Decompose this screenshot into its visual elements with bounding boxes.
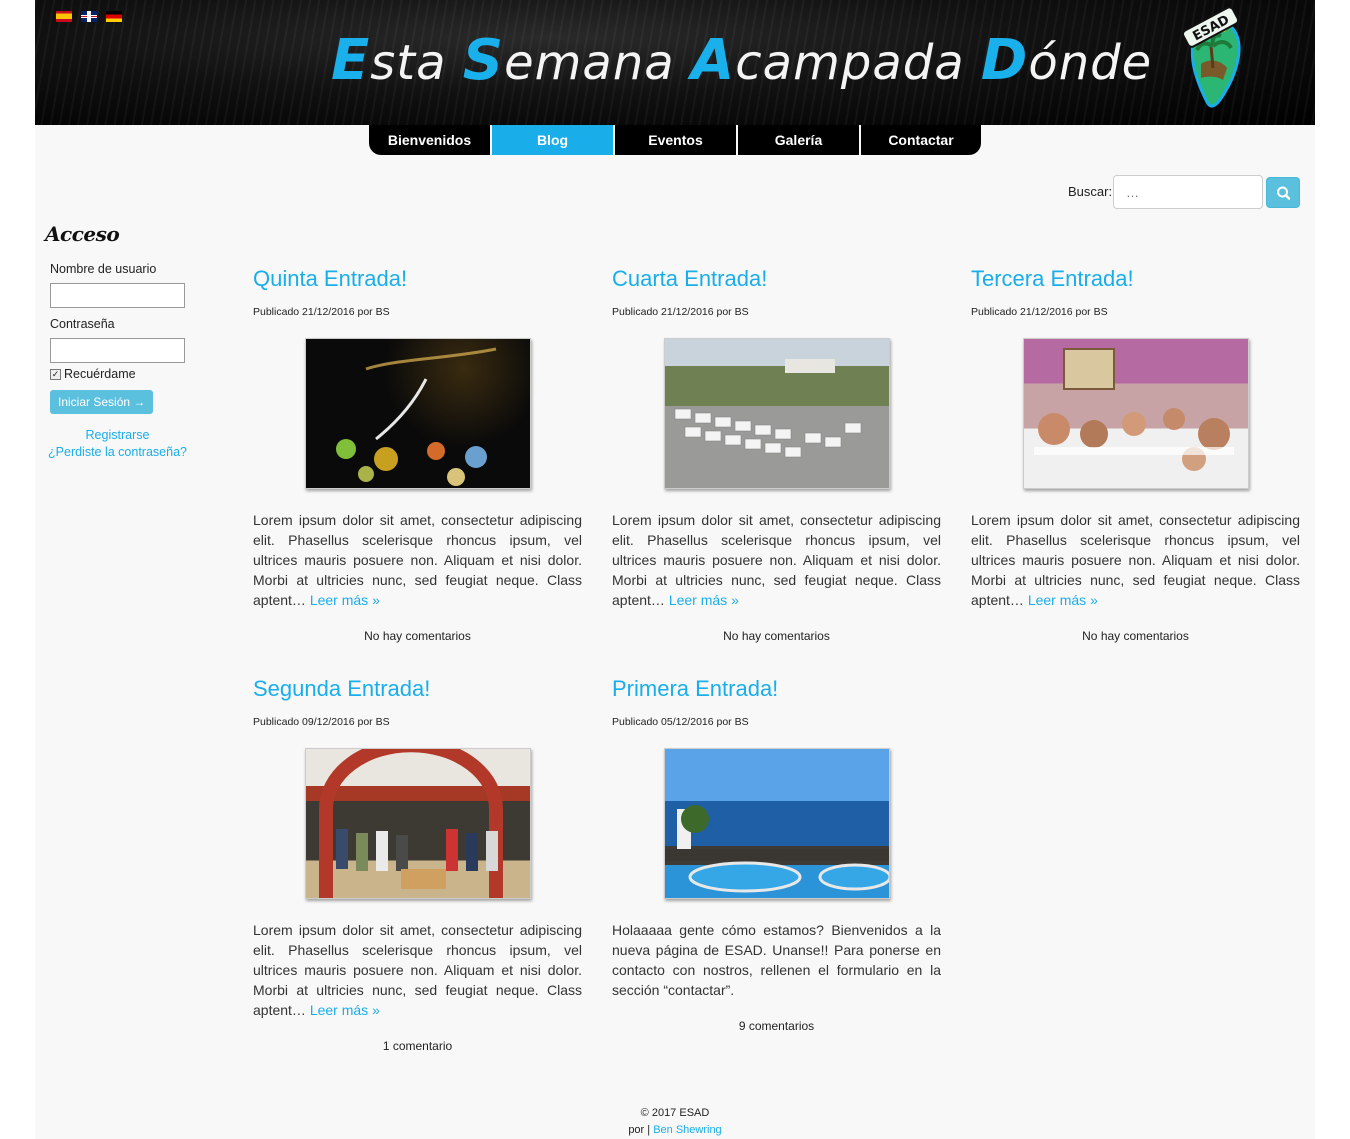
esad-logo[interactable]: ESAD [1173, 6, 1249, 112]
site-header: Esta Semana Acampada Dónde ESAD [35, 0, 1315, 125]
title-word: Esta [331, 28, 447, 93]
register-link[interactable]: Registrarse [45, 428, 190, 442]
post-meta: Publicado 21/12/2016 por BS [612, 306, 749, 318]
comments-link[interactable]: 9 comentarios [612, 1019, 941, 1033]
flag-germany-icon[interactable] [106, 11, 122, 22]
password-label: Contraseña [50, 317, 115, 331]
forgot-password-link[interactable]: ¿Perdiste la contraseña? [45, 445, 190, 459]
search-input[interactable] [1113, 175, 1263, 209]
post-title[interactable]: Primera Entrada! [612, 676, 941, 702]
post-meta: Publicado 21/12/2016 por BS [971, 306, 1108, 318]
post-title[interactable]: Cuarta Entrada! [612, 266, 941, 292]
search-icon [1277, 186, 1291, 200]
nav-item-blog[interactable]: Blog [492, 125, 615, 155]
post-meta: Publicado 09/12/2016 por BS [253, 716, 390, 728]
remember-checkbox[interactable]: ✓ [50, 368, 61, 380]
post-title[interactable]: Segunda Entrada! [253, 676, 582, 702]
post-meta: Publicado 21/12/2016 por BS [253, 306, 390, 318]
read-more-link[interactable]: Leer más » [310, 592, 380, 608]
post-card: Quinta Entrada! Publicado 21/12/2016 por… [253, 266, 582, 643]
title-word: Dónde [980, 28, 1153, 93]
comments-link[interactable]: No hay comentarios [253, 629, 582, 643]
page: Esta Semana Acampada Dónde ESAD Bienveni… [35, 0, 1315, 1139]
nav-item-bienvenidos[interactable]: Bienvenidos [369, 125, 492, 155]
post-thumbnail[interactable] [304, 748, 531, 899]
post-meta: Publicado 05/12/2016 por BS [612, 716, 749, 728]
login-title: Acceso [45, 222, 120, 246]
post-thumbnail[interactable] [1022, 338, 1249, 489]
title-word: Acampada [690, 28, 965, 93]
author-link[interactable]: Ben Shewring [653, 1124, 722, 1136]
post-card: Tercera Entrada! Publicado 21/12/2016 po… [971, 266, 1300, 643]
username-label: Nombre de usuario [50, 262, 157, 276]
nav-item-eventos[interactable]: Eventos [615, 125, 738, 155]
read-more-link[interactable]: Leer más » [669, 592, 739, 608]
search-label: Buscar: [1068, 184, 1113, 199]
comments-link[interactable]: 1 comentario [253, 1039, 582, 1053]
post-card: Primera Entrada! Publicado 05/12/2016 po… [612, 676, 941, 1033]
flag-uk-icon[interactable] [81, 11, 97, 22]
comments-link[interactable]: No hay comentarios [971, 629, 1300, 643]
post-thumbnail[interactable] [304, 338, 531, 489]
read-more-link[interactable]: Leer más » [1028, 592, 1098, 608]
post-excerpt: Lorem ipsum dolor sit amet, consectetur … [253, 512, 582, 608]
login-widget: Acceso Nombre de usuario Contraseña ✓ Re… [45, 222, 205, 459]
post-card: Segunda Entrada! Publicado 09/12/2016 po… [253, 676, 582, 1053]
flag-spain-icon[interactable] [56, 11, 72, 22]
search-button[interactable] [1266, 177, 1300, 208]
post-thumbnail[interactable] [663, 748, 890, 899]
post-excerpt: Lorem ipsum dolor sit amet, consectetur … [971, 512, 1300, 608]
login-button[interactable]: Iniciar Sesión → [50, 390, 154, 414]
site-title[interactable]: Esta Semana Acampada Dónde [331, 28, 1151, 93]
title-word: Semana [462, 28, 675, 93]
post-excerpt: Lorem ipsum dolor sit amet, consectetur … [253, 922, 582, 1018]
remember-label: Recuérdame [64, 367, 136, 381]
remember-me: ✓ Recuérdame [50, 367, 205, 381]
site-footer: © 2017 ESAD por | Ben Shewring [35, 1105, 1315, 1139]
post-title[interactable]: Tercera Entrada! [971, 266, 1300, 292]
post-excerpt: Lorem ipsum dolor sit amet, consectetur … [612, 512, 941, 608]
nav-item-galeria[interactable]: Galería [738, 125, 861, 155]
read-more-link[interactable]: Leer más » [310, 1002, 380, 1018]
post-title[interactable]: Quinta Entrada! [253, 266, 582, 292]
post-thumbnail[interactable] [663, 338, 890, 489]
password-field[interactable] [50, 338, 185, 363]
nav-item-contactar[interactable]: Contactar [861, 125, 981, 155]
comments-link[interactable]: No hay comentarios [612, 629, 941, 643]
footer-credit: por | Ben Shewring [628, 1124, 722, 1136]
username-field[interactable] [50, 283, 185, 308]
language-switcher [56, 11, 122, 22]
post-card: Cuarta Entrada! Publicado 21/12/2016 por… [612, 266, 941, 643]
post-excerpt: Holaaaaa gente cómo estamos? Bienvenidos… [612, 922, 941, 998]
main-nav: Bienvenidos Blog Eventos Galería Contact… [369, 125, 981, 155]
copyright: © 2017 ESAD [640, 1107, 710, 1119]
